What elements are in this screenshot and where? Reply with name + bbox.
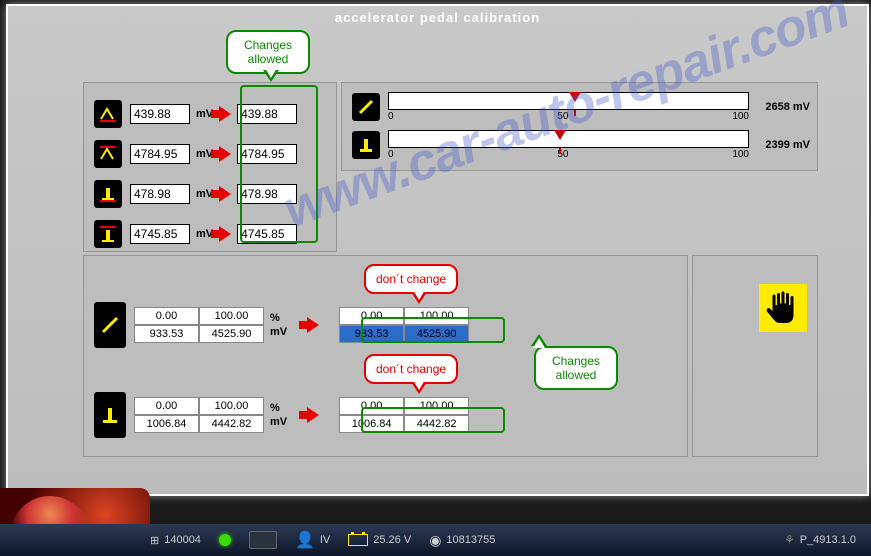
battery-icon	[348, 534, 368, 546]
connection-status-icon	[219, 534, 231, 546]
slider-1-marker	[569, 92, 581, 102]
taskbar-odometer: 10813755	[446, 534, 495, 546]
taskbar-voltage: 25.26 V	[373, 534, 411, 546]
slider-1-icon	[352, 93, 380, 121]
arrow-icon	[219, 146, 231, 162]
callout-changes-allowed-top: Changes allowed	[226, 30, 310, 74]
panel-sliders: 050100 2658 mV 050100 2399 mV	[341, 82, 818, 171]
arrow-icon	[219, 106, 231, 122]
readout-2	[130, 144, 190, 164]
readout-1	[130, 104, 190, 124]
slider-1-track[interactable]	[388, 92, 749, 110]
callout-dont-change-2: don´t change	[364, 354, 458, 384]
odometer-icon: ◉	[429, 532, 441, 549]
callout-changes-allowed-bottom: Changes allowed	[534, 346, 618, 390]
taskbar-code: 140004	[164, 534, 201, 546]
highlight-editable-column	[240, 85, 318, 243]
readout-4	[130, 224, 190, 244]
highlight-group2-row2	[361, 407, 505, 433]
signal-low-2-icon	[94, 180, 122, 208]
readout-3	[130, 184, 190, 204]
card-slot-icon	[249, 531, 277, 549]
group-2-icon	[94, 392, 126, 438]
main-window: accelerator pedal calibration Changes al…	[6, 4, 869, 496]
slider-2-marker	[554, 130, 566, 140]
stop-hand-icon	[759, 284, 807, 332]
arrow-icon	[307, 317, 319, 333]
arrow-icon	[219, 186, 231, 202]
slider-1-value: 2658 mV	[755, 101, 810, 113]
signal-high-1-icon	[94, 140, 122, 168]
highlight-group1-row2	[361, 317, 505, 343]
signal-low-1-icon	[94, 100, 122, 128]
group-1-icon	[94, 302, 126, 348]
taskbar: ⊞ 140004 👤 IV 25.26 V ◉ 10813755 ⚘ P_4913.1.…	[0, 524, 871, 556]
program-link-icon: ⚘	[784, 533, 795, 547]
page-title: accelerator pedal calibration	[335, 10, 540, 25]
callout-dont-change-1: don´t change	[364, 264, 458, 294]
panel-status	[692, 255, 818, 457]
slider-2-track[interactable]	[388, 130, 749, 148]
taskbar-level: IV	[320, 534, 330, 546]
panel-limits: 0.00100.00 933.534525.90 %mV 0.00100.00 …	[83, 255, 688, 457]
taskbar-diag-icon: ⊞	[150, 534, 159, 547]
arrow-icon	[307, 407, 319, 423]
arrow-icon	[219, 226, 231, 242]
title-bar: accelerator pedal calibration	[8, 6, 867, 30]
signal-high-2-icon	[94, 220, 122, 248]
slider-2-value: 2399 mV	[755, 139, 810, 151]
head-icon: 👤	[295, 530, 315, 550]
taskbar-program: P_4913.1.0	[800, 534, 856, 546]
slider-2-icon	[352, 131, 380, 159]
